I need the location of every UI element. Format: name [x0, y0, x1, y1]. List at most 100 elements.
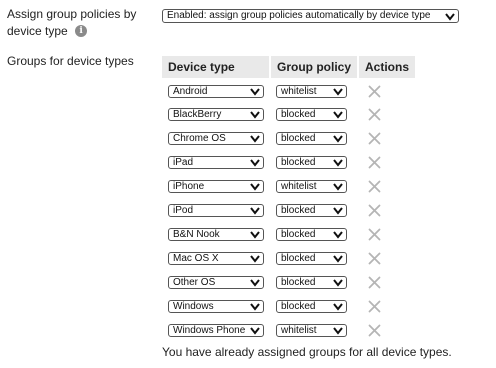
device-type-cell: Windows Phone: [162, 318, 270, 342]
device-type-value: Mac OS X: [173, 252, 219, 264]
groups-for-device-types-label: Groups for device types: [7, 54, 134, 68]
chevron-down-icon: [333, 230, 343, 239]
device-type-select[interactable]: iPod: [168, 203, 264, 217]
device-type-value: Other OS: [173, 276, 216, 288]
chevron-down-icon: [333, 110, 343, 119]
chevron-down-icon: [333, 134, 343, 143]
group-policy-cell: whitelist: [270, 174, 358, 198]
device-type-value: Chrome OS: [173, 132, 226, 144]
group-policy-select[interactable]: whitelist: [276, 323, 347, 337]
table-header-row: Device type Group policy Actions: [162, 56, 418, 78]
chevron-down-icon: [333, 326, 343, 335]
group-policy-cell: blocked: [270, 150, 358, 174]
chevron-down-icon: [445, 13, 455, 21]
chevron-down-icon: [333, 182, 343, 191]
chevron-down-icon: [250, 326, 260, 335]
chevron-down-icon: [250, 230, 260, 239]
device-groups-table: Device type Group policy Actions Android…: [162, 56, 418, 342]
table-row: iPhone whitelist: [162, 174, 416, 198]
device-type-cell: iPhone: [162, 174, 270, 198]
group-policy-header: Group policy: [270, 56, 359, 78]
device-type-select[interactable]: B&N Nook: [168, 227, 264, 241]
close-icon[interactable]: [368, 324, 381, 337]
chevron-down-icon: [250, 206, 260, 215]
group-policy-select[interactable]: blocked: [276, 131, 347, 145]
chevron-down-icon: [250, 278, 260, 287]
chevron-down-icon: [333, 254, 343, 263]
close-icon[interactable]: [368, 252, 381, 265]
device-type-select[interactable]: iPhone: [168, 179, 264, 193]
group-policy-select[interactable]: blocked: [276, 227, 347, 241]
group-policy-cell: blocked: [270, 198, 358, 222]
table-row: Other OS blocked: [162, 270, 416, 294]
device-type-value: iPad: [173, 156, 194, 168]
device-type-select[interactable]: BlackBerry: [168, 107, 264, 121]
group-policy-cell: blocked: [270, 102, 358, 126]
table-row: Mac OS X blocked: [162, 246, 416, 270]
close-icon[interactable]: [368, 85, 381, 98]
actions-cell: [358, 222, 416, 246]
chevron-down-icon: [250, 110, 260, 119]
group-policy-select[interactable]: blocked: [276, 251, 347, 265]
device-type-value: BlackBerry: [173, 108, 222, 120]
table-row: Chrome OS blocked: [162, 126, 416, 150]
close-icon[interactable]: [368, 228, 381, 241]
device-type-select[interactable]: Chrome OS: [168, 131, 264, 145]
group-policy-cell: blocked: [270, 126, 358, 150]
table-row: Windows Phone whitelist: [162, 318, 416, 342]
actions-cell: [358, 246, 416, 270]
actions-cell: [358, 198, 416, 222]
chevron-down-icon: [250, 158, 260, 167]
chevron-down-icon: [250, 182, 260, 191]
group-policy-cell: whitelist: [270, 78, 358, 102]
device-type-select[interactable]: Android: [168, 85, 264, 98]
group-policy-select[interactable]: blocked: [276, 203, 347, 217]
close-icon[interactable]: [368, 156, 381, 169]
actions-cell: [358, 174, 416, 198]
device-type-cell: Other OS: [162, 270, 270, 294]
table-row: Windows blocked: [162, 294, 416, 318]
assign-policies-select[interactable]: Enabled: assign group policies automatic…: [162, 9, 459, 23]
group-policy-select[interactable]: blocked: [276, 107, 347, 121]
close-icon[interactable]: [368, 132, 381, 145]
device-type-value: iPhone: [173, 180, 205, 192]
info-icon[interactable]: i: [75, 24, 88, 37]
actions-header: Actions: [358, 56, 418, 78]
group-policy-value: whitelist: [281, 324, 317, 336]
device-type-select[interactable]: Other OS: [168, 275, 264, 289]
close-icon[interactable]: [368, 204, 381, 217]
table-row: BlackBerry blocked: [162, 102, 416, 126]
group-policy-value: blocked: [281, 204, 316, 216]
group-policy-select[interactable]: whitelist: [276, 179, 347, 193]
device-type-select[interactable]: iPad: [168, 155, 264, 169]
device-groups-body: Android whitelist BlackBerry blocked Chrome …: [162, 78, 416, 342]
group-policy-cell: whitelist: [270, 318, 358, 342]
device-type-select[interactable]: Windows: [168, 299, 264, 313]
table-row: Android whitelist: [162, 78, 416, 102]
device-type-cell: Mac OS X: [162, 246, 270, 270]
group-policy-value: whitelist: [281, 180, 317, 192]
device-type-cell: iPod: [162, 198, 270, 222]
assign-policies-label: Assign group policies by device type i: [7, 6, 157, 40]
assign-policies-select-value: Enabled: assign group policies automatic…: [167, 10, 431, 21]
device-type-value: Android: [173, 86, 208, 97]
group-policy-select[interactable]: blocked: [276, 155, 347, 169]
group-policy-value: blocked: [281, 156, 316, 168]
chevron-down-icon: [333, 206, 343, 215]
close-icon[interactable]: [368, 276, 381, 289]
group-policy-cell: blocked: [270, 246, 358, 270]
group-policy-select[interactable]: blocked: [276, 275, 347, 289]
device-type-select[interactable]: Mac OS X: [168, 251, 264, 265]
device-type-select[interactable]: Windows Phone: [168, 323, 264, 337]
group-policy-select[interactable]: whitelist: [276, 85, 347, 98]
close-icon[interactable]: [368, 180, 381, 193]
group-policy-value: blocked: [281, 108, 316, 120]
group-policy-select[interactable]: blocked: [276, 299, 347, 313]
actions-cell: [358, 126, 416, 150]
device-type-value: B&N Nook: [173, 228, 220, 240]
group-policy-value: blocked: [281, 228, 316, 240]
close-icon[interactable]: [368, 300, 381, 313]
close-icon[interactable]: [368, 108, 381, 121]
actions-cell: [358, 150, 416, 174]
chevron-down-icon: [250, 88, 260, 96]
